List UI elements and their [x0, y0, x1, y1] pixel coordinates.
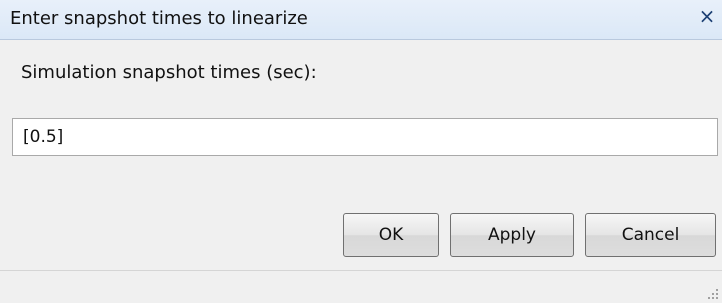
snapshot-times-label: Simulation snapshot times (sec):: [21, 62, 317, 83]
ok-button[interactable]: OK: [343, 213, 439, 257]
snapshot-times-dialog: Enter snapshot times to linearize × Simu…: [0, 0, 722, 303]
status-bar: [0, 270, 722, 303]
title-bar: Enter snapshot times to linearize ×: [0, 0, 722, 40]
resize-grip-icon[interactable]: [707, 288, 719, 300]
cancel-button[interactable]: Cancel: [585, 213, 716, 257]
close-icon[interactable]: ×: [696, 4, 718, 28]
apply-button[interactable]: Apply: [450, 213, 574, 257]
dialog-title: Enter snapshot times to linearize: [10, 8, 308, 29]
snapshot-times-input[interactable]: [12, 118, 718, 156]
